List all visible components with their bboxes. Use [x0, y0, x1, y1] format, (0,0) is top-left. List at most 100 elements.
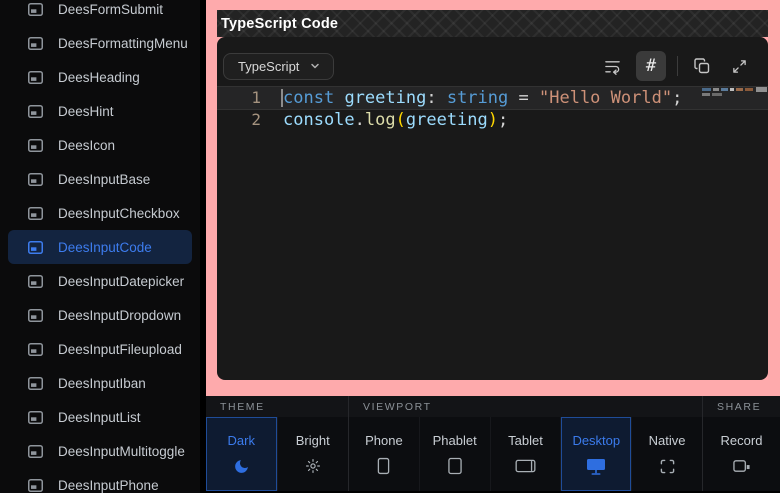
sidebar-item-deesinputfileupload[interactable]: DeesInputFileupload — [8, 332, 192, 366]
component-icon — [28, 37, 43, 50]
sidebar-item-deesicon[interactable]: DeesIcon — [8, 128, 192, 162]
sidebar-item-label: DeesInputDatepicker — [58, 274, 184, 289]
toolbar-divider — [677, 56, 678, 76]
sidebar-item-deesinputmultitoggle[interactable]: DeesInputMultitoggle — [8, 434, 192, 468]
language-selector[interactable]: TypeScript — [223, 53, 334, 80]
sidebar-item-deesformattingmenu[interactable]: DeesFormattingMenu — [8, 26, 192, 60]
desktop-button[interactable]: Desktop — [561, 417, 632, 491]
component-icon — [28, 275, 43, 288]
component-icon — [28, 241, 43, 254]
sidebar-item-label: DeesInputIban — [58, 376, 146, 391]
component-icon — [28, 377, 43, 390]
button-label: Native — [649, 433, 686, 448]
code-text: const greeting: string = "Hello World"; — [261, 87, 682, 109]
app-window: DeesFormSubmit DeesFormattingMenu DeesHead… — [0, 0, 780, 493]
scrollbar-thumb[interactable] — [756, 87, 767, 92]
bright-button[interactable]: Bright — [278, 417, 349, 491]
component-icon — [28, 173, 43, 186]
sidebar-item-label: DeesInputFileupload — [58, 342, 182, 357]
sidebar-list: DeesFormSubmit DeesFormattingMenu DeesHead… — [0, 0, 200, 493]
sidebar-item-label: DeesInputCode — [58, 240, 152, 255]
component-icon — [28, 105, 43, 118]
sidebar-item-deeshint[interactable]: DeesHint — [8, 94, 192, 128]
sidebar-item-label: DeesInputPhone — [58, 478, 159, 493]
sidebar-item-label: DeesHeading — [58, 70, 140, 85]
sidebar-item-deesinputcheckbox[interactable]: DeesInputCheckbox — [8, 196, 192, 230]
sidebar-item-label: DeesInputBase — [58, 172, 150, 187]
line-numbers-icon[interactable]: # — [636, 51, 666, 81]
editor-icon-toolbar: # — [599, 51, 752, 81]
code-line-2[interactable]: 2console.log(greeting); — [217, 109, 768, 131]
component-icon — [28, 445, 43, 458]
editor-toolbar: TypeScript # — [217, 37, 768, 83]
sidebar: DeesFormSubmit DeesFormattingMenu DeesHead… — [0, 0, 200, 493]
record-icon — [733, 457, 751, 475]
native-icon — [660, 457, 675, 475]
component-icon — [28, 411, 43, 424]
page-title: TypeScript Code — [221, 16, 338, 32]
sidebar-item-deesinputdatepicker[interactable]: DeesInputDatepicker — [8, 264, 192, 298]
phablet-button[interactable]: Phablet — [420, 417, 491, 491]
story-frame: TypeScript Code TypeScript # 1const gree… — [206, 0, 780, 396]
sidebar-item-label: DeesInputCheckbox — [58, 206, 180, 221]
record-button[interactable]: Record — [703, 417, 780, 491]
component-icon — [28, 343, 43, 356]
toolbar-group-share: SHARE Record — [702, 396, 780, 491]
button-label: Dark — [228, 433, 255, 448]
expand-icon[interactable] — [726, 53, 752, 79]
sidebar-item-label: DeesInputList — [58, 410, 141, 425]
tablet-icon — [515, 457, 536, 475]
sidebar-item-deesinputdropdown[interactable]: DeesInputDropdown — [8, 298, 192, 332]
sidebar-item-label: DeesInputDropdown — [58, 308, 181, 323]
group-label: THEME — [206, 396, 348, 417]
button-label: Phablet — [433, 433, 477, 448]
code-editor: 1const greeting: string = "Hello World";… — [217, 87, 768, 131]
minimap[interactable] — [702, 88, 758, 96]
button-label: Phone — [365, 433, 403, 448]
code-line-1[interactable]: 1const greeting: string = "Hello World"; — [217, 87, 768, 109]
button-label: Record — [721, 433, 763, 448]
language-selector-label: TypeScript — [238, 59, 299, 74]
phone-button[interactable]: Phone — [349, 417, 420, 491]
component-icon — [28, 479, 43, 492]
moon-icon — [233, 457, 250, 475]
toolbar-group-theme: THEME Dark Bright — [206, 396, 348, 491]
word-wrap-icon[interactable] — [599, 53, 625, 79]
button-label: Tablet — [508, 433, 543, 448]
bottom-toolbar: THEMEDarkBrightVIEWPORTPhonePhabletTable… — [206, 396, 780, 493]
minimap-line — [702, 88, 758, 91]
toolbar-group-viewport: VIEWPORTPhonePhabletTabletDesktopNative — [348, 396, 702, 491]
phablet-icon — [448, 457, 462, 475]
native-button[interactable]: Native — [632, 417, 702, 491]
story-header: TypeScript Code — [217, 10, 768, 37]
component-icon — [28, 71, 43, 84]
sidebar-item-label: DeesHint — [58, 104, 114, 119]
sidebar-item-label: DeesFormSubmit — [58, 2, 163, 17]
text-cursor — [281, 89, 283, 107]
sidebar-item-label: DeesInputMultitoggle — [58, 444, 185, 459]
sidebar-item-deesheading[interactable]: DeesHeading — [8, 60, 192, 94]
sidebar-item-deesformsubmit[interactable]: DeesFormSubmit — [8, 0, 192, 26]
line-number: 2 — [217, 109, 261, 131]
component-icon — [28, 309, 43, 322]
sidebar-item-deesinputlist[interactable]: DeesInputList — [8, 400, 192, 434]
component-icon — [28, 3, 43, 16]
sidebar-item-deesinputcode[interactable]: DeesInputCode — [8, 230, 192, 264]
tablet-button[interactable]: Tablet — [491, 417, 562, 491]
component-icon — [28, 207, 43, 220]
desktop-icon — [586, 457, 606, 475]
code-text: console.log(greeting); — [261, 109, 508, 131]
sidebar-item-deesinputbase[interactable]: DeesInputBase — [8, 162, 192, 196]
component-icon — [28, 139, 43, 152]
group-label: SHARE — [703, 396, 780, 417]
sidebar-item-deesinputphone[interactable]: DeesInputPhone — [8, 468, 192, 493]
minimap-line — [702, 93, 758, 96]
sidebar-item-label: DeesIcon — [58, 138, 115, 153]
dark-button[interactable]: Dark — [206, 417, 278, 491]
copy-icon[interactable] — [689, 53, 715, 79]
line-number: 1 — [217, 87, 261, 109]
sidebar-item-deesinputiban[interactable]: DeesInputIban — [8, 366, 192, 400]
code-panel: TypeScript # 1const greeting: string = "… — [217, 37, 768, 380]
button-label: Bright — [296, 433, 330, 448]
button-label: Desktop — [572, 433, 620, 448]
